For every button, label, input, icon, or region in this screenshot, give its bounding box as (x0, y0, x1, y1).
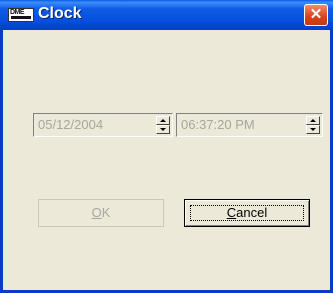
time-picker[interactable]: 06:37:20 PM (176, 113, 323, 137)
clock-dialog: DME Clock ✕ 05/12/2004 06:37:20 PM OK Ca… (0, 0, 333, 293)
title-bar[interactable]: DME Clock ✕ (0, 0, 333, 30)
close-button[interactable]: ✕ (304, 4, 328, 26)
ok-button-label: OK (91, 205, 111, 220)
close-icon: ✕ (309, 6, 323, 23)
date-value: 05/12/2004 (38, 117, 104, 132)
time-spin-up-button[interactable] (306, 116, 320, 125)
arrow-down-icon (310, 128, 316, 131)
date-picker[interactable]: 05/12/2004 (33, 113, 173, 137)
time-spinner[interactable] (306, 116, 320, 134)
cancel-button[interactable]: Cancel (184, 199, 310, 227)
time-spin-down-button[interactable] (306, 125, 320, 134)
app-icon-bar (11, 16, 31, 19)
time-value: 06:37:20 PM (181, 117, 255, 132)
date-spinner[interactable] (156, 116, 170, 134)
app-icon-text: DME (10, 9, 25, 16)
ok-button[interactable]: OK (38, 199, 164, 227)
arrow-down-icon (160, 128, 166, 131)
arrow-up-icon (310, 119, 316, 122)
window-title: Clock (38, 5, 82, 22)
date-spin-up-button[interactable] (156, 116, 170, 125)
arrow-up-icon (160, 119, 166, 122)
dme-app-icon: DME (8, 8, 34, 22)
focus-rectangle (190, 205, 304, 221)
date-spin-down-button[interactable] (156, 125, 170, 134)
